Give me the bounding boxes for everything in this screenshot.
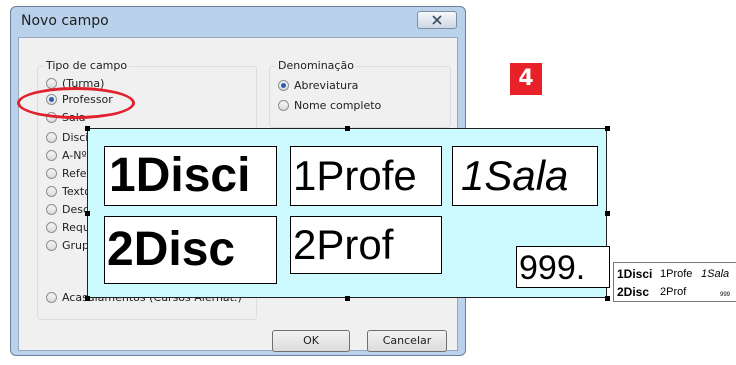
preview-cell-teacher-1[interactable]: 1Profe: [290, 146, 442, 206]
radio-dot: [46, 150, 57, 161]
radio-dot: [46, 222, 57, 233]
selection-handle[interactable]: [345, 296, 350, 301]
selection-handle[interactable]: [85, 126, 90, 131]
radio-dot: [46, 132, 57, 143]
mini-discipline-1: 1Disci: [617, 267, 653, 281]
preview-cell-discipline-2[interactable]: 2Disc: [104, 216, 277, 284]
field-type-legend: Tipo de campo: [44, 59, 130, 72]
dialog-titlebar[interactable]: Novo campo: [11, 7, 465, 37]
step-number-badge: 4: [510, 63, 542, 95]
radio-dot: [46, 204, 57, 215]
selection-handle[interactable]: [345, 126, 350, 131]
radio-dot: [46, 292, 57, 303]
radio-dot: [46, 168, 57, 179]
selection-handle[interactable]: [605, 211, 610, 216]
radio-dot: [46, 186, 57, 197]
denomination-group: Denominação Abreviatura Nome completo: [269, 59, 451, 128]
cell-layout-preview[interactable]: 1Disci 1Profe 1Sala 2Disc 2Prof 999.: [87, 128, 610, 298]
mini-room-1: 1Sala: [701, 268, 730, 280]
cancel-button[interactable]: Cancelar: [367, 330, 447, 352]
radio-dot: [46, 240, 57, 251]
selection-handle[interactable]: [85, 211, 90, 216]
denomination-legend: Denominação: [276, 59, 356, 72]
selection-handle[interactable]: [85, 296, 90, 301]
selection-handle[interactable]: [605, 296, 610, 301]
actual-size-preview: 1Disci 1Profe 1Sala 2Disc 2Prof 999: [613, 262, 736, 302]
selection-handle[interactable]: [605, 126, 610, 131]
preview-cell-number[interactable]: 999.: [516, 246, 610, 288]
preview-cell-teacher-2[interactable]: 2Prof: [290, 216, 442, 274]
radio-label: A-Nº.: [62, 149, 91, 162]
ok-button[interactable]: OK: [272, 330, 350, 352]
mini-discipline-2: 2Disc: [617, 285, 650, 299]
dialog-title: Novo campo: [21, 13, 109, 29]
radio-label: Abreviatura: [294, 79, 359, 92]
close-button[interactable]: [417, 11, 457, 29]
professor-highlight-ellipse: [17, 87, 135, 119]
close-icon: [432, 15, 442, 25]
mini-teacher-1: 1Profe: [660, 268, 693, 280]
mini-teacher-2: 2Prof: [660, 286, 687, 298]
preview-cell-room-1[interactable]: 1Sala: [452, 146, 598, 206]
radio-dot: [278, 100, 289, 111]
preview-cell-discipline-1[interactable]: 1Disci: [104, 146, 277, 206]
radio-label: Nome completo: [294, 99, 382, 112]
radio-label: Requ: [62, 221, 90, 234]
radio-dot: [278, 80, 289, 91]
mini-number: 999: [720, 292, 731, 298]
